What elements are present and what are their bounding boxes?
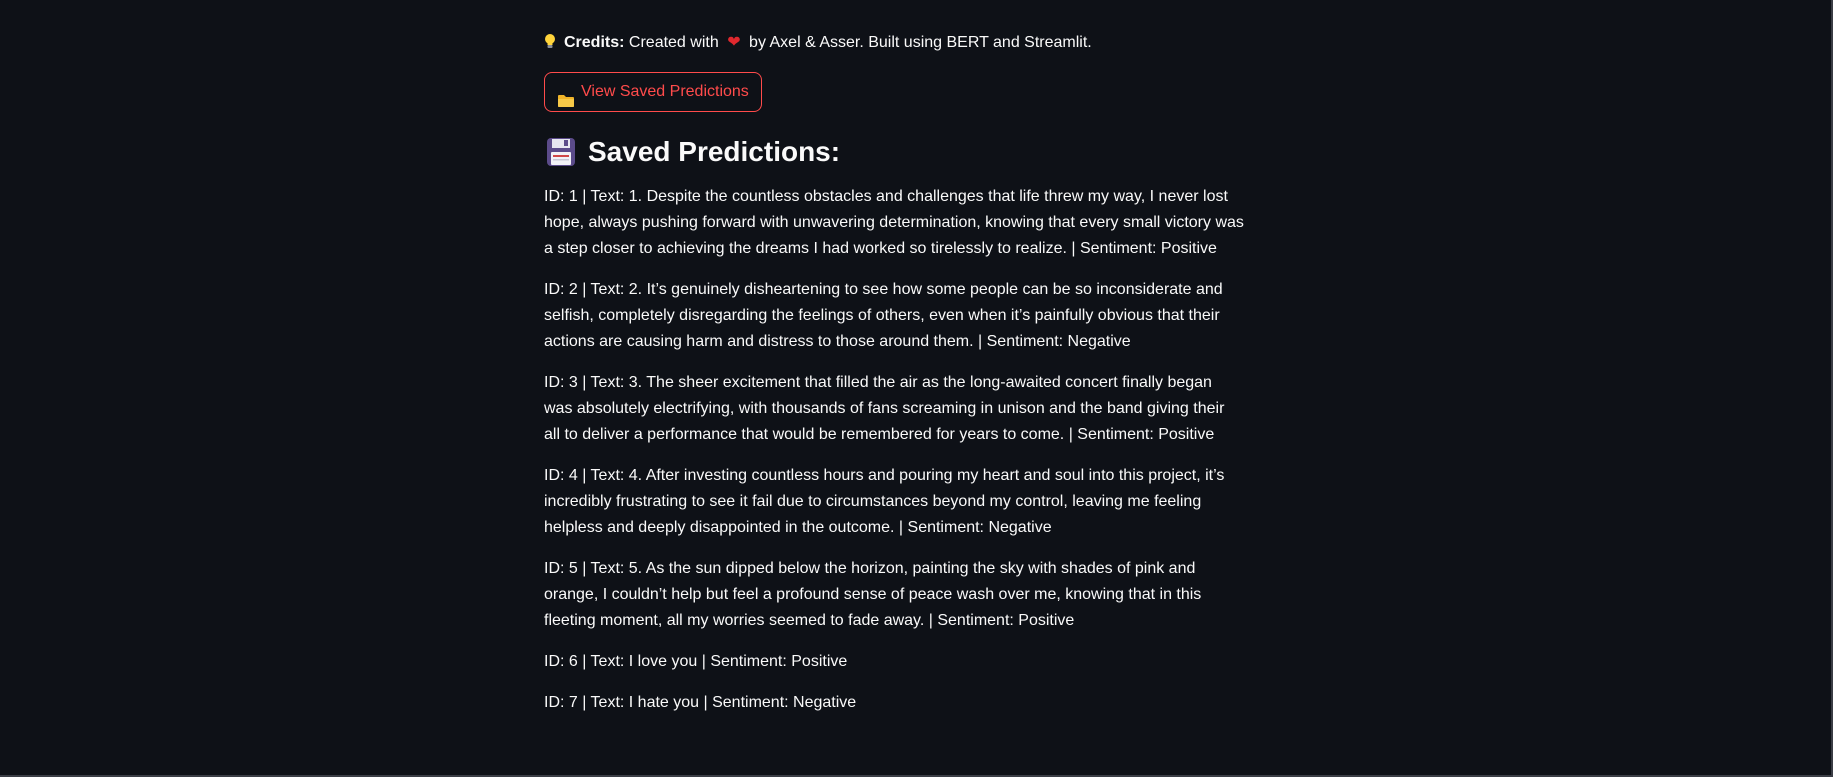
prediction-item: ID: 3 | Text: 3. The sheer excitement th… [544, 374, 1225, 443]
section-heading: Saved Predictions: [546, 134, 840, 170]
heart-icon: ❤ [727, 34, 741, 51]
prediction-item: ID: 4 | Text: 4. After investing countle… [544, 467, 1225, 536]
app-window: Credits: Created with ❤ by Axel & Asser.… [0, 0, 1833, 777]
floppy-disk-icon [546, 137, 576, 167]
credits-text-after: by Axel & Asser. Built using BERT and St… [749, 34, 1092, 51]
credits-label: Credits: [564, 34, 625, 51]
predictions-list: ID: 1 | Text: 1. Despite the countless o… [544, 184, 1244, 731]
prediction-item: ID: 7 | Text: I hate you | Sentiment: Ne… [544, 694, 857, 711]
prediction-item: ID: 1 | Text: 1. Despite the countless o… [544, 188, 1244, 257]
credits-text-before: Created with [628, 34, 719, 51]
prediction-item: ID: 5 | Text: 5. As the sun dipped below… [544, 560, 1202, 629]
prediction-item: ID: 2 | Text: 2. It’s genuinely disheart… [544, 281, 1223, 350]
view-saved-predictions-button[interactable]: View Saved Predictions [544, 72, 762, 112]
view-saved-predictions-label: View Saved Predictions [581, 83, 749, 100]
folder-icon [557, 85, 575, 107]
credits-line: Credits: Created with ❤ by Axel & Asser.… [544, 32, 1092, 54]
prediction-item: ID: 6 | Text: I love you | Sentiment: Po… [544, 653, 848, 670]
lightbulb-icon [544, 33, 556, 49]
section-title: Saved Predictions: [588, 136, 841, 167]
